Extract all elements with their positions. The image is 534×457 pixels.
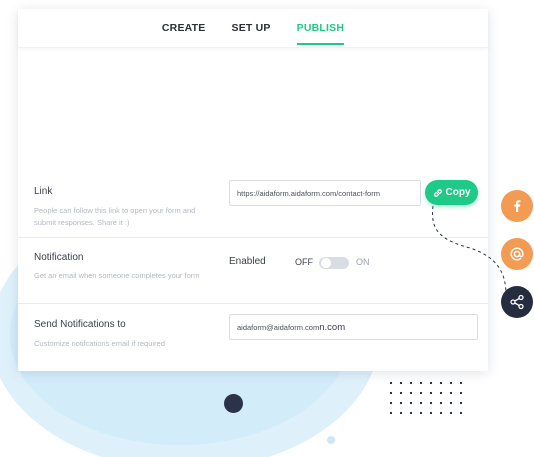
tab-bar: CREATE SET UP PUBLISH [18,9,488,48]
link-title: Link [34,186,53,197]
facebook-icon [514,200,521,212]
notification-email-extra: n.com [319,321,346,333]
copy-button[interactable]: Copy [425,180,478,205]
send-notifications-description: Customize notifcations email if required [34,339,165,348]
form-link-input[interactable]: https://aidaform.aidaform.com/contact-fo… [229,180,421,206]
share-button[interactable] [501,286,533,318]
decorative-dot-grid [386,378,466,414]
copy-button-label: Copy [445,187,471,198]
email-share-button[interactable] [501,238,533,270]
notification-description: Get an email when someone completes your… [34,271,200,280]
send-notifications-title: Send Notifications to [34,319,126,330]
tab-create[interactable]: CREATE [162,18,206,38]
tab-setup[interactable]: SET UP [231,18,270,38]
toggle-off-label: OFF [295,257,313,267]
publish-card: CREATE SET UP PUBLISH Link People can fo… [18,9,488,371]
toggle-on-label: ON [356,257,370,267]
page: CREATE SET UP PUBLISH Link People can fo… [0,0,534,457]
notification-section: Notification Get an email when someone c… [18,238,488,304]
link-icon [433,188,442,197]
decorative-dot-small [327,436,335,444]
share-icon [510,294,524,310]
link-description: People can follow this link to open your… [34,206,196,227]
tab-publish[interactable]: PUBLISH [296,18,345,45]
notification-title: Notification [34,252,84,263]
decorative-dot [224,394,243,413]
at-sign-icon [510,247,524,261]
facebook-share-button[interactable] [501,190,533,222]
form-link-value: https://aidaform.aidaform.com/contact-fo… [237,188,380,198]
notification-toggle[interactable] [319,257,349,269]
notification-email-input[interactable]: aidaform@aidaform.com n.com [229,314,478,340]
toggle-knob [321,258,331,268]
notification-email-value: aidaform@aidaform.com [237,322,320,332]
notification-status: Enabled [229,256,266,267]
